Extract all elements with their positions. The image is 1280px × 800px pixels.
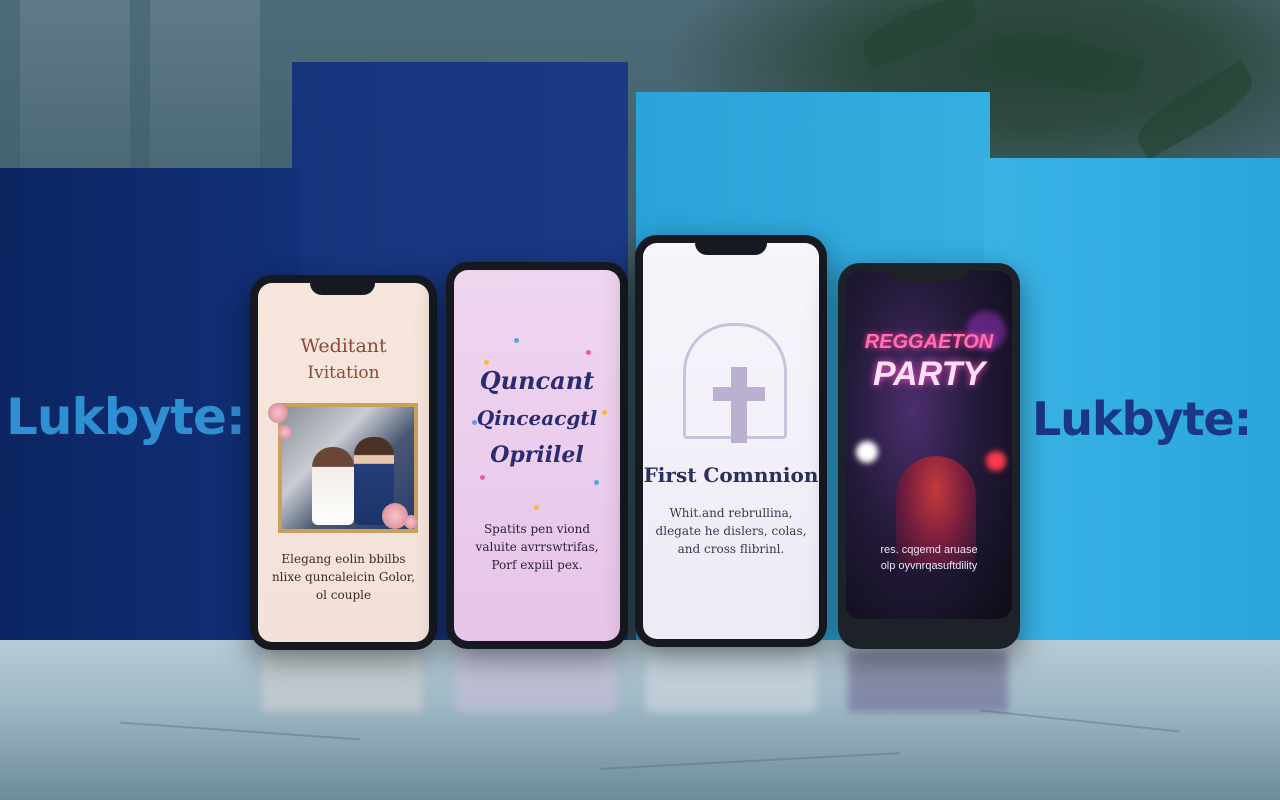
phone-reflection — [646, 652, 816, 712]
marble-vein — [120, 721, 360, 741]
phone-reggaeton-party-invitation: REGGAETON PARTY res. cqgemd aruase olp o… — [838, 263, 1020, 649]
confetti — [534, 505, 539, 510]
invite-caption: dlegate he dislers, colas, — [655, 524, 807, 538]
marble-vein — [600, 752, 900, 770]
invite-caption: and cross flibrinl. — [677, 542, 785, 556]
marble-vein — [980, 709, 1180, 733]
phone-reflection — [262, 652, 422, 712]
invite-caption: nlixe quncaleicin Golor, — [271, 570, 416, 584]
phone-notch — [310, 275, 375, 295]
phone-notch — [888, 263, 968, 281]
invite-title: First Comnnion — [643, 463, 819, 487]
confetti — [484, 360, 489, 365]
invite-caption: Elegang eolin bbilbs — [281, 552, 406, 566]
cross-icon — [713, 387, 765, 401]
marble-counter — [0, 640, 1280, 800]
invite-caption: Whit.and rebrullina, — [669, 506, 793, 520]
invite-caption: olp oyvnrqasuftdility — [880, 560, 978, 572]
invite-title: Qinceacgtl — [476, 406, 598, 430]
invite-caption: ol couple — [315, 588, 372, 602]
brand-logo-left: Lukbyte: — [6, 388, 246, 446]
phone-screen: First Comnnion Whit.and rebrullina, dleg… — [643, 243, 819, 639]
invite-caption: Spatits pen viond — [483, 522, 591, 536]
phone-screen: REGGAETON PARTY res. cqgemd aruase olp o… — [846, 271, 1012, 619]
stage-light — [986, 451, 1006, 471]
bride-figure — [312, 447, 354, 525]
confetti — [480, 475, 485, 480]
phone-first-communion-invitation: First Comnnion Whit.and rebrullina, dleg… — [635, 235, 827, 647]
invite-caption: valuite avrrswtrifas, — [475, 540, 599, 554]
invite-caption: res. cqgemd aruase — [880, 544, 978, 556]
invite-title: Ivitation — [307, 363, 380, 383]
stage-light — [856, 441, 878, 463]
invite-title: PARTY — [872, 355, 986, 393]
phone-screen: Quncant Qinceacgtl Opriilel Spatits pen … — [454, 270, 620, 641]
flower-icon — [268, 403, 288, 423]
flower-icon — [278, 425, 292, 439]
phone-reflection — [848, 652, 1008, 712]
cross-icon — [731, 367, 747, 443]
sky-box-right: Lukbyte: — [984, 158, 1280, 664]
invite-title: REGGAETON — [864, 331, 994, 353]
phone-quinceanera-invitation: Quncant Qinceacgtl Opriilel Spatits pen … — [446, 262, 628, 649]
confetti — [594, 480, 599, 485]
invite-caption: Porf expiil pex. — [491, 558, 583, 572]
phone-screen: Weditant Ivitation Elegang eolin bbilbs … — [258, 283, 429, 642]
invite-title: Opriilel — [490, 442, 584, 468]
phone-wedding-invitation: Weditant Ivitation Elegang eolin bbilbs … — [250, 275, 437, 650]
phone-notch — [695, 235, 767, 255]
brand-logo-right: Lukbyte: — [1032, 392, 1252, 446]
invite-title: Quncant — [479, 366, 595, 395]
confetti — [586, 350, 591, 355]
confetti — [514, 338, 519, 343]
invite-title: Weditant — [300, 335, 387, 357]
phone-reflection — [456, 652, 616, 712]
flower-icon — [404, 515, 418, 529]
